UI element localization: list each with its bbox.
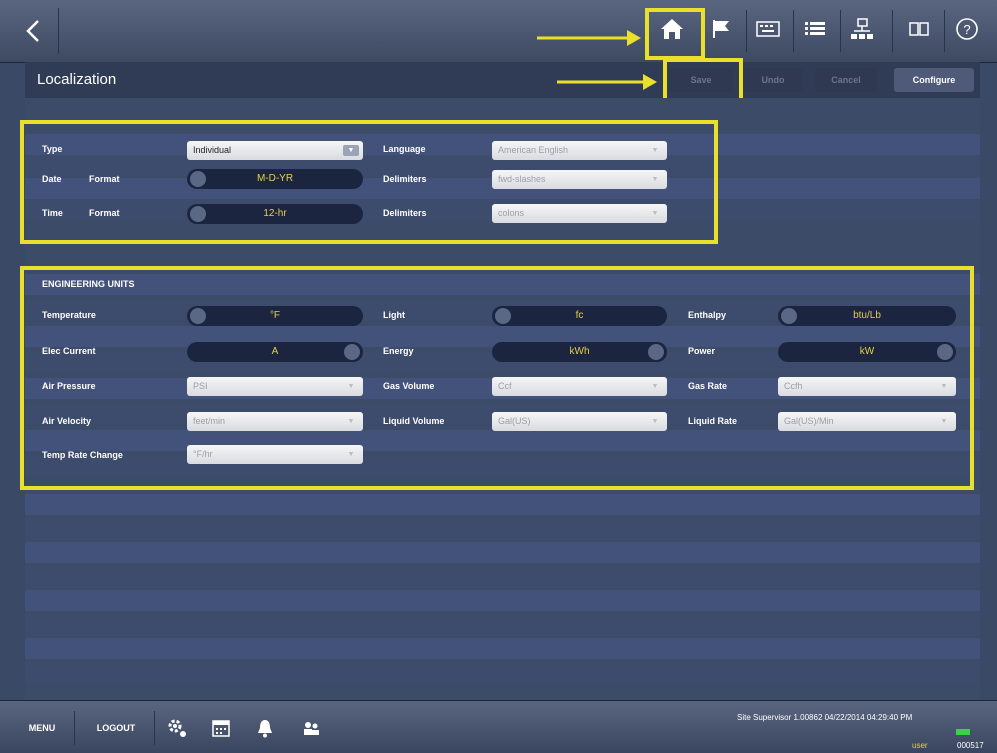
users-icon xyxy=(304,722,319,735)
network-button[interactable] xyxy=(845,12,879,46)
cancel-button[interactable]: Cancel xyxy=(815,68,877,92)
arrow-to-save-button xyxy=(557,74,657,90)
calendar-icon xyxy=(212,720,230,737)
bottom-bar: MENU LOGOUT Site Supervisor 1.00862 04/2… xyxy=(0,700,997,753)
user-code: 000517 xyxy=(957,741,984,750)
calendar-button[interactable] xyxy=(210,717,234,739)
settings-button[interactable] xyxy=(166,717,190,739)
user-label: user xyxy=(912,741,928,750)
panels-button[interactable] xyxy=(902,12,936,46)
configure-button[interactable]: Configure xyxy=(894,68,974,92)
save-highlight-box xyxy=(663,58,743,102)
back-icon xyxy=(26,20,39,42)
page-title: Localization xyxy=(37,71,117,88)
network-icon xyxy=(851,18,873,39)
back-button[interactable] xyxy=(8,8,59,54)
flag-icon xyxy=(713,20,729,38)
undo-button[interactable]: Undo xyxy=(743,68,803,92)
help-button[interactable]: ? xyxy=(950,12,984,46)
logout-button[interactable]: LOGOUT xyxy=(78,711,155,745)
arrow-to-home-icon xyxy=(537,30,641,46)
page-title-bar: Localization Save Undo Cancel Configure xyxy=(25,62,980,99)
alarm-button[interactable] xyxy=(254,717,278,739)
list-icon xyxy=(805,22,825,35)
panels-icon xyxy=(909,22,929,36)
bell-icon xyxy=(258,720,272,738)
status-indicator xyxy=(956,729,970,735)
menu-button[interactable]: MENU xyxy=(10,711,75,745)
users-button[interactable] xyxy=(300,717,324,739)
engineering-units-highlight-box xyxy=(20,266,974,490)
top-navigation-bar: ? xyxy=(0,0,997,63)
svg-text:?: ? xyxy=(963,22,970,37)
general-settings-highlight-box xyxy=(20,120,718,244)
help-icon: ? xyxy=(956,18,978,40)
gear-icon xyxy=(168,719,186,737)
keyboard-icon xyxy=(756,21,780,37)
status-text: Site Supervisor 1.00862 04/22/2014 04:29… xyxy=(737,713,913,722)
list-button[interactable] xyxy=(798,12,832,46)
flag-button[interactable] xyxy=(704,12,738,46)
home-highlight-box xyxy=(645,8,705,60)
keyboard-button[interactable] xyxy=(751,12,785,46)
